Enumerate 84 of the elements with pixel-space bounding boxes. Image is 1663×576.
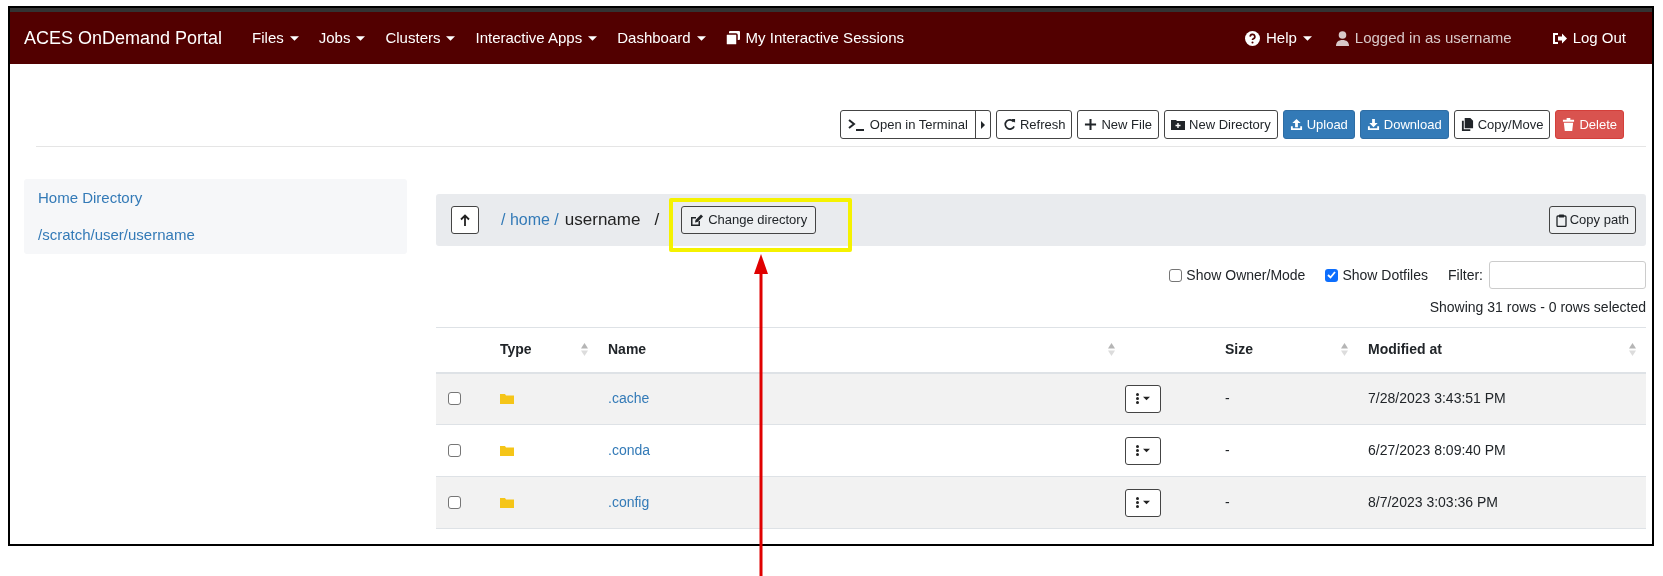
- option-label: Show Dotfiles: [1342, 265, 1428, 285]
- help-icon: [1245, 30, 1260, 46]
- nav-menu[interactable]: Clusters: [375, 26, 466, 50]
- row-count: Showing 31 rows - 0 rows selected: [1429, 298, 1646, 317]
- option-label: Show Owner/Mode: [1186, 265, 1306, 285]
- download-icon: [1366, 118, 1380, 131]
- folder-icon: [500, 445, 514, 456]
- toolbar-button[interactable]: New Directory: [1164, 110, 1278, 139]
- size-cell: -: [1225, 442, 1230, 458]
- arrow-up-icon: [460, 214, 470, 226]
- toolbar-button[interactable]: Copy/Move: [1453, 110, 1551, 139]
- caret-icon: [696, 35, 706, 41]
- checkbox[interactable]: [448, 444, 461, 457]
- sidebar-link[interactable]: /scratch/user/username: [38, 223, 195, 246]
- nav-menu[interactable]: Files: [242, 26, 309, 50]
- folder-icon: [500, 497, 514, 508]
- terminal-icon: [847, 118, 865, 131]
- filter-label: Filter:: [1448, 265, 1483, 285]
- caret-icon: [289, 35, 299, 41]
- user-icon: [1335, 30, 1349, 46]
- user-menu[interactable]: Logged in as username: [1323, 26, 1524, 50]
- path-separator: /: [654, 209, 660, 232]
- toolbar-button[interactable]: Delete: [1555, 110, 1624, 139]
- plus-icon: [1084, 118, 1098, 131]
- column-header[interactable]: Name: [608, 339, 647, 361]
- up-button[interactable]: [451, 206, 479, 234]
- checkbox[interactable]: [448, 496, 461, 509]
- column-header[interactable]: Size: [1225, 339, 1253, 361]
- toolbar-button[interactable]: New File: [1077, 110, 1159, 139]
- file-link[interactable]: .cache: [608, 390, 650, 407]
- breadcrumb-current: username: [564, 209, 641, 232]
- sidebar-link[interactable]: Home Directory: [38, 187, 143, 210]
- actions-button[interactable]: [1125, 384, 1161, 413]
- logout-icon: [1551, 31, 1567, 45]
- nav-menu[interactable]: Jobs: [308, 26, 376, 50]
- clipboard-icon: [1555, 213, 1567, 227]
- modified-cell: 7/28/2023 3:43:51 PM: [1368, 390, 1506, 407]
- more-icon: [1136, 393, 1139, 405]
- table-row[interactable]: .conda - 6/27/2023 8:09:40 PM: [436, 424, 1646, 477]
- caret-icon: [1143, 500, 1150, 505]
- caret-icon: [980, 120, 985, 129]
- actions-button[interactable]: [1125, 488, 1161, 517]
- caret-icon: [446, 35, 456, 41]
- trash-icon: [1562, 118, 1576, 131]
- folder-icon: [500, 393, 514, 405]
- size-cell: -: [1225, 494, 1230, 510]
- toolbar-button[interactable]: Download: [1359, 110, 1449, 139]
- windows-icon: [725, 31, 740, 45]
- filter-input[interactable]: [1489, 261, 1646, 289]
- nav-menu[interactable]: Dashboard: [607, 26, 716, 50]
- more-icon: [1136, 497, 1139, 508]
- size-cell: -: [1225, 390, 1230, 407]
- toolbar-button[interactable]: Open in Terminal: [840, 111, 975, 138]
- upload-icon: [1289, 118, 1303, 131]
- caret-icon: [1143, 396, 1150, 402]
- actions-button[interactable]: [1125, 436, 1161, 465]
- file-link[interactable]: .conda: [608, 442, 651, 458]
- toolbar-button[interactable]: Refresh: [995, 110, 1073, 139]
- caret-icon: [1302, 35, 1312, 41]
- change-directory-button[interactable]: Change directory: [681, 206, 817, 234]
- column-header[interactable]: Type: [500, 339, 532, 361]
- caret-icon: [1143, 448, 1150, 453]
- folder-plus-icon: [1171, 119, 1185, 130]
- edit-icon: [690, 213, 704, 227]
- more-icon: [1136, 445, 1139, 456]
- toolbar-button[interactable]: Upload: [1282, 110, 1355, 139]
- file-link[interactable]: .config: [608, 494, 650, 510]
- nav-menu[interactable]: Log Out: [1539, 26, 1638, 50]
- nav-menu[interactable]: Interactive Apps: [465, 26, 608, 50]
- breadcrumb-link[interactable]: / home /: [501, 208, 559, 232]
- column-header[interactable]: Modified at: [1368, 339, 1442, 361]
- checkbox[interactable]: [1169, 268, 1183, 282]
- caret-icon: [588, 35, 598, 41]
- copy-icon: [1460, 118, 1474, 131]
- refresh-icon: [1002, 118, 1016, 131]
- checkbox[interactable]: [448, 392, 461, 406]
- caret-icon: [356, 35, 366, 41]
- copy-path-button[interactable]: Copy path: [1548, 206, 1636, 234]
- modified-cell: 8/7/2023 3:03:36 PM: [1368, 494, 1498, 510]
- checkbox[interactable]: [1325, 268, 1339, 282]
- nav-menu[interactable]: My Interactive Sessions: [715, 26, 914, 50]
- brand-link[interactable]: ACES OnDemand Portal: [24, 24, 223, 52]
- modified-cell: 6/27/2023 8:09:40 PM: [1368, 442, 1506, 458]
- nav-menu[interactable]: Help: [1233, 26, 1324, 50]
